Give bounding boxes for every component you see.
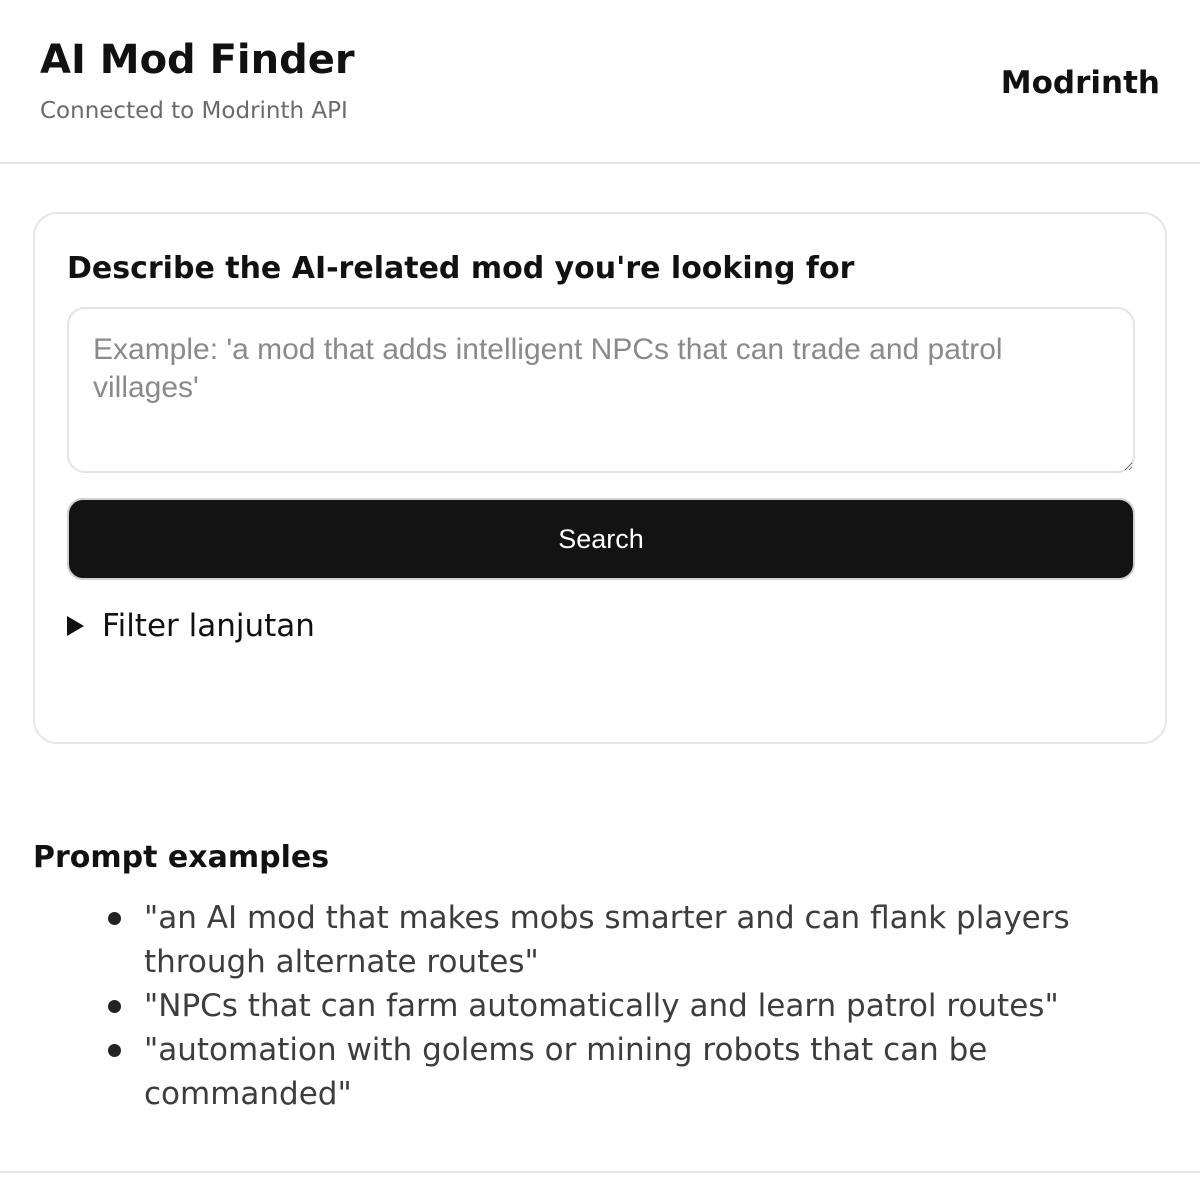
disclosure-triangle-right-icon (67, 616, 84, 636)
bullet-dot-icon (108, 1044, 121, 1057)
modrinth-link[interactable]: Modrinth (1001, 64, 1160, 102)
prompt-examples-title: Prompt examples (33, 840, 330, 875)
search-card: Describe the AI-related mod you're looki… (33, 212, 1167, 744)
search-prompt-label: Describe the AI-related mod you're looki… (67, 251, 855, 286)
api-connection-status: Connected to Modrinth API (40, 98, 348, 124)
bullet-dot-icon (108, 1000, 121, 1013)
search-button[interactable]: Search (67, 498, 1135, 580)
advanced-filter-toggle[interactable]: Filter lanjutan (67, 606, 315, 646)
mod-description-input[interactable] (67, 307, 1135, 473)
prompt-example-item: "an AI mod that makes mobs smarter and c… (108, 896, 1178, 984)
prompt-example-item: "NPCs that can farm automatically and le… (108, 984, 1178, 1028)
app-header: AI Mod Finder Connected to Modrinth API … (0, 0, 1200, 164)
prompt-example-text: "an AI mod that makes mobs smarter and c… (144, 900, 1070, 980)
prompt-example-item: "automation with golems or mining robots… (108, 1028, 1178, 1116)
prompt-example-text: "NPCs that can farm automatically and le… (144, 988, 1059, 1024)
footer-divider (0, 1171, 1200, 1173)
app-title: AI Mod Finder (40, 37, 355, 83)
prompt-example-text: "automation with golems or mining robots… (144, 1032, 988, 1112)
prompt-examples-list: "an AI mod that makes mobs smarter and c… (108, 896, 1178, 1116)
bullet-dot-icon (108, 912, 121, 925)
advanced-filter-label: Filter lanjutan (102, 608, 315, 644)
